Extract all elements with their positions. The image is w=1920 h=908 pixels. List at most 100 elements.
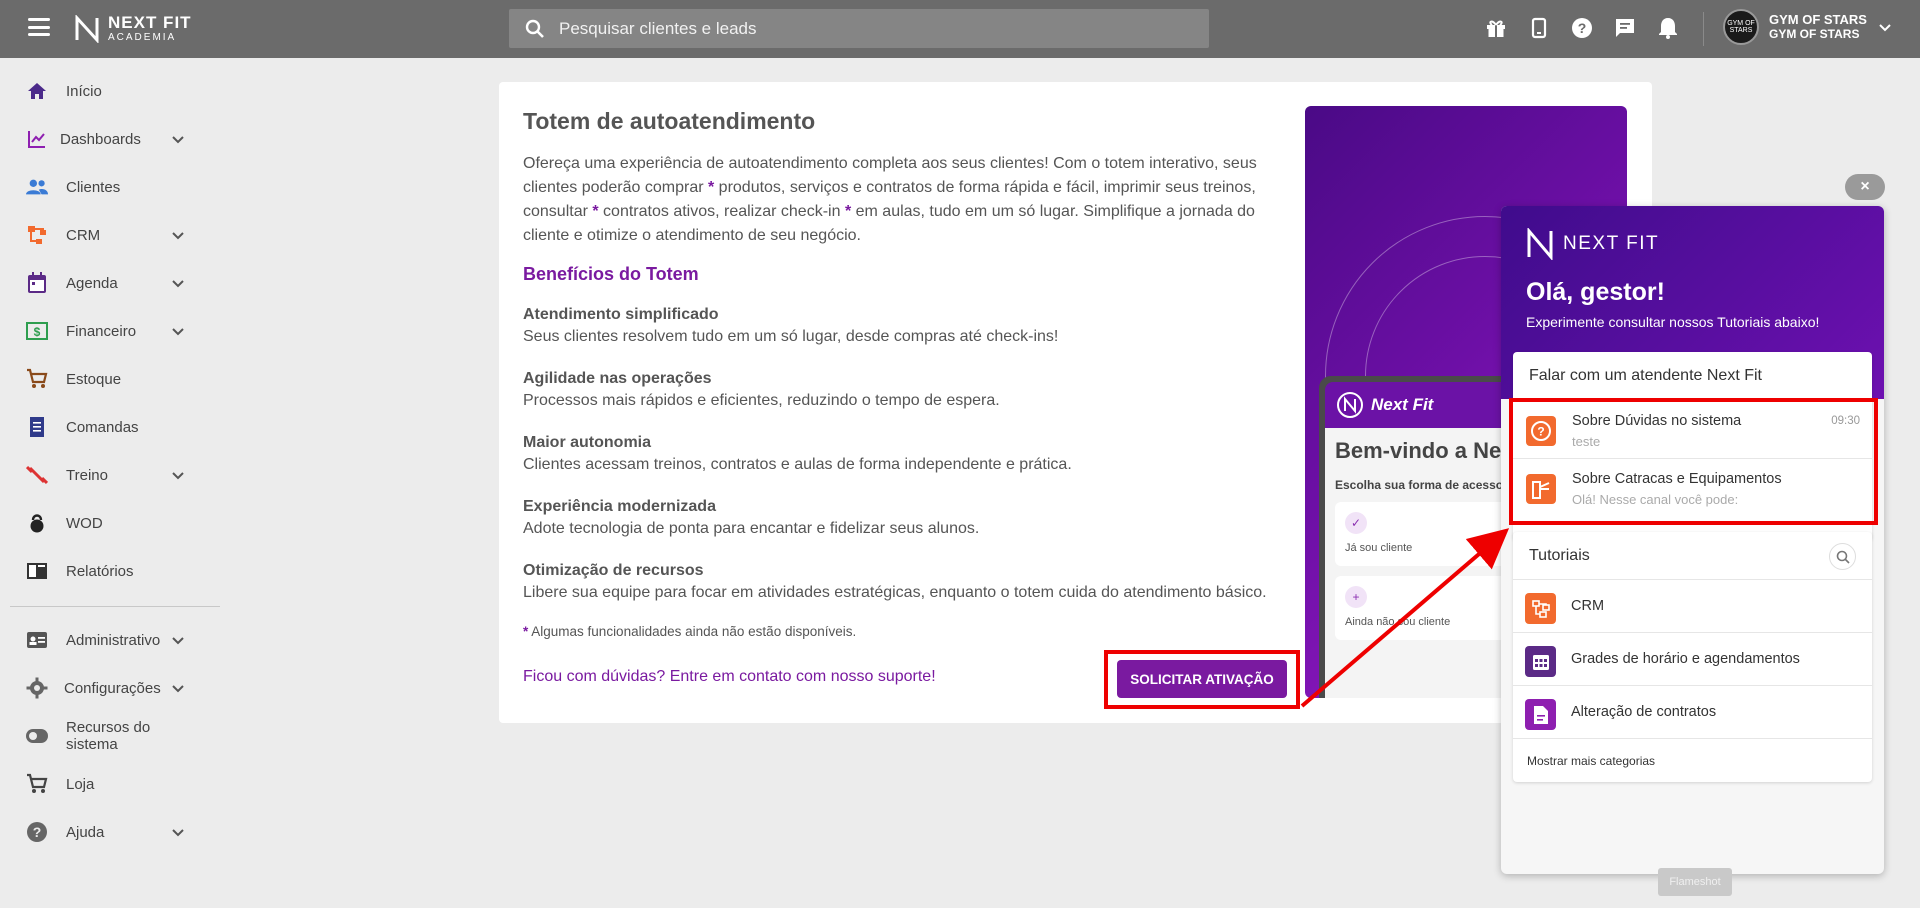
chevron-down-icon — [172, 136, 184, 144]
account-menu[interactable]: GYM OF STARS GYM OF STARS GYM OF STARS — [1723, 9, 1893, 45]
page-title: Totem de autoatendimento — [523, 108, 816, 134]
benefit-item: Agilidade nas operações Processos mais rá… — [523, 370, 1000, 409]
sidebar-item-label: Início — [66, 82, 102, 100]
sidebar-item-agenda[interactable]: Agenda — [0, 263, 200, 303]
search-icon[interactable] — [1829, 543, 1856, 570]
close-icon[interactable]: × — [1845, 174, 1885, 200]
next-fit-logo-icon — [75, 14, 99, 43]
sidebar-item-label: Administrativo — [66, 631, 161, 649]
sidebar-item-label: Financeiro — [66, 322, 137, 340]
benefit-item: Otimização de recursos Libere sua equipe … — [523, 562, 1267, 601]
tutorials-section: Tutoriais CRM Grades de horário e agenda… — [1513, 532, 1872, 782]
benefits-title: Benefícios do Totem — [523, 264, 699, 284]
topbar-divider — [1703, 12, 1704, 46]
app-logo[interactable]: NEXT FIT ACADEMIA — [74, 14, 192, 43]
tutorial-item-crm[interactable]: CRM — [1513, 580, 1872, 633]
benefit-item: Experiência modernizada Adote tecnologia … — [523, 498, 980, 537]
support-link[interactable]: Ficou com dúvidas? Entre em contato com … — [523, 668, 936, 686]
flameshot-label: Flameshot — [1658, 868, 1732, 896]
attendant-title: Falar com um atendente Next Fit — [1513, 352, 1872, 401]
show-more-categories-link[interactable]: Mostrar mais categorias — [1527, 754, 1655, 768]
people-icon — [26, 176, 48, 198]
svg-text:$: $ — [34, 325, 41, 339]
brand-name: NEXT FIT — [108, 13, 192, 32]
sidebar-item-label: Loja — [66, 775, 95, 793]
sidebar-item-label: Dashboards — [60, 130, 141, 148]
gear-icon — [26, 677, 48, 699]
sidebar-item-estoque[interactable]: Estoque — [0, 359, 200, 399]
document-icon — [1525, 699, 1556, 730]
sidebar-item-configuracoes[interactable]: Configurações — [0, 668, 200, 708]
help-subtitle: Experimente consultar nossos Tutoriais a… — [1526, 314, 1820, 330]
phone-icon[interactable] — [1527, 16, 1551, 40]
help-circle-icon: ? — [26, 821, 48, 843]
benefit-item: Maior autonomia Clientes acessam treinos,… — [523, 434, 1072, 473]
sidebar-item-label: Ajuda — [66, 823, 105, 841]
gift-icon[interactable] — [1484, 16, 1508, 40]
tutorial-item-grades[interactable]: Grades de horário e agendamentos — [1513, 633, 1872, 686]
search-icon — [525, 19, 544, 38]
bell-icon[interactable] — [1656, 16, 1680, 40]
help-panel: NEXT FIT Olá, gestor! Experimente consul… — [1501, 206, 1884, 874]
tutorials-title: Tutoriais — [1529, 546, 1590, 564]
calendar-icon — [26, 272, 48, 294]
help-greeting: Olá, gestor! — [1526, 278, 1665, 306]
sidebar-item-label: Recursos do sistema — [66, 719, 151, 753]
sidebar-item-relatorios[interactable]: Relatórios — [0, 551, 200, 591]
sidebar-item-label: Comandas — [66, 418, 139, 436]
chat-icon[interactable] — [1613, 16, 1637, 40]
benefit-item: Atendimento simplificado Seus clientes re… — [523, 306, 1059, 345]
sidebar-item-crm[interactable]: CRM — [0, 215, 200, 255]
user-plus-icon: + — [1345, 586, 1367, 608]
sidebar-item-label: Treino — [66, 466, 108, 484]
dumbbell-icon — [26, 464, 48, 486]
sidebar-item-dashboards[interactable]: Dashboards — [0, 119, 200, 159]
chevron-down-icon — [1879, 24, 1891, 32]
chevron-down-icon — [172, 232, 184, 240]
sidebar-item-clientes[interactable]: Clientes — [0, 167, 200, 207]
search-bar[interactable] — [509, 9, 1209, 48]
help-icon[interactable]: ? — [1570, 16, 1594, 40]
sidebar-item-treino[interactable]: Treino — [0, 455, 200, 495]
help-logo: NEXT FIT — [1525, 228, 1659, 260]
svg-text:?: ? — [33, 824, 42, 840]
sidebar-item-inicio[interactable]: Início — [0, 71, 200, 111]
footnote: * Algumas funcionalidades ainda não estã… — [523, 624, 857, 639]
chevron-down-icon — [172, 328, 184, 336]
tutorial-item-contratos[interactable]: Alteração de contratos — [1513, 686, 1872, 739]
chevron-down-icon — [172, 472, 184, 480]
chevron-down-icon — [172, 685, 184, 693]
sidebar-item-recursos[interactable]: Recursos do sistema — [0, 716, 200, 756]
account-name: GYM OF STARS — [1769, 11, 1867, 27]
search-input[interactable] — [559, 18, 1159, 39]
sidebar-item-ajuda[interactable]: ? Ajuda — [0, 812, 200, 852]
brand-sub: ACADEMIA — [108, 32, 177, 43]
kettlebell-icon — [26, 512, 48, 534]
cart-icon — [26, 368, 48, 390]
sidebar-item-loja[interactable]: Loja — [0, 764, 200, 804]
sidebar-item-wod[interactable]: WOD — [0, 503, 200, 543]
annotation-box-conversations — [1509, 398, 1878, 525]
report-icon — [26, 560, 48, 582]
receipt-icon — [26, 416, 48, 438]
sidebar-item-label: Configurações — [64, 679, 161, 697]
id-card-icon — [26, 629, 48, 651]
next-fit-logo-icon — [1337, 392, 1363, 418]
next-fit-logo-icon — [1527, 228, 1553, 260]
top-bar: NEXT FIT ACADEMIA ? GYM OF STARS GYM OF … — [0, 0, 1920, 58]
sidebar-item-label: CRM — [66, 226, 101, 244]
annotation-box-activate — [1104, 650, 1300, 709]
sidebar-item-label: Estoque — [66, 370, 122, 388]
sidebar-item-comandas[interactable]: Comandas — [0, 407, 200, 447]
sidebar-item-administrativo[interactable]: Administrativo — [0, 620, 200, 660]
cart-icon — [26, 773, 48, 795]
totem-card: Totem de autoatendimento Ofereça uma exp… — [499, 82, 1652, 723]
sidebar-item-financeiro[interactable]: $ Financeiro — [0, 311, 200, 351]
account-sub: GYM OF STARS — [1769, 26, 1860, 41]
sidebar-item-label: WOD — [66, 514, 103, 532]
sidebar-item-label: Relatórios — [66, 562, 134, 580]
toggle-icon — [26, 725, 48, 747]
hamburger-menu-icon[interactable] — [28, 18, 50, 36]
sidebar-item-label: Clientes — [66, 178, 121, 196]
chevron-down-icon — [172, 280, 184, 288]
